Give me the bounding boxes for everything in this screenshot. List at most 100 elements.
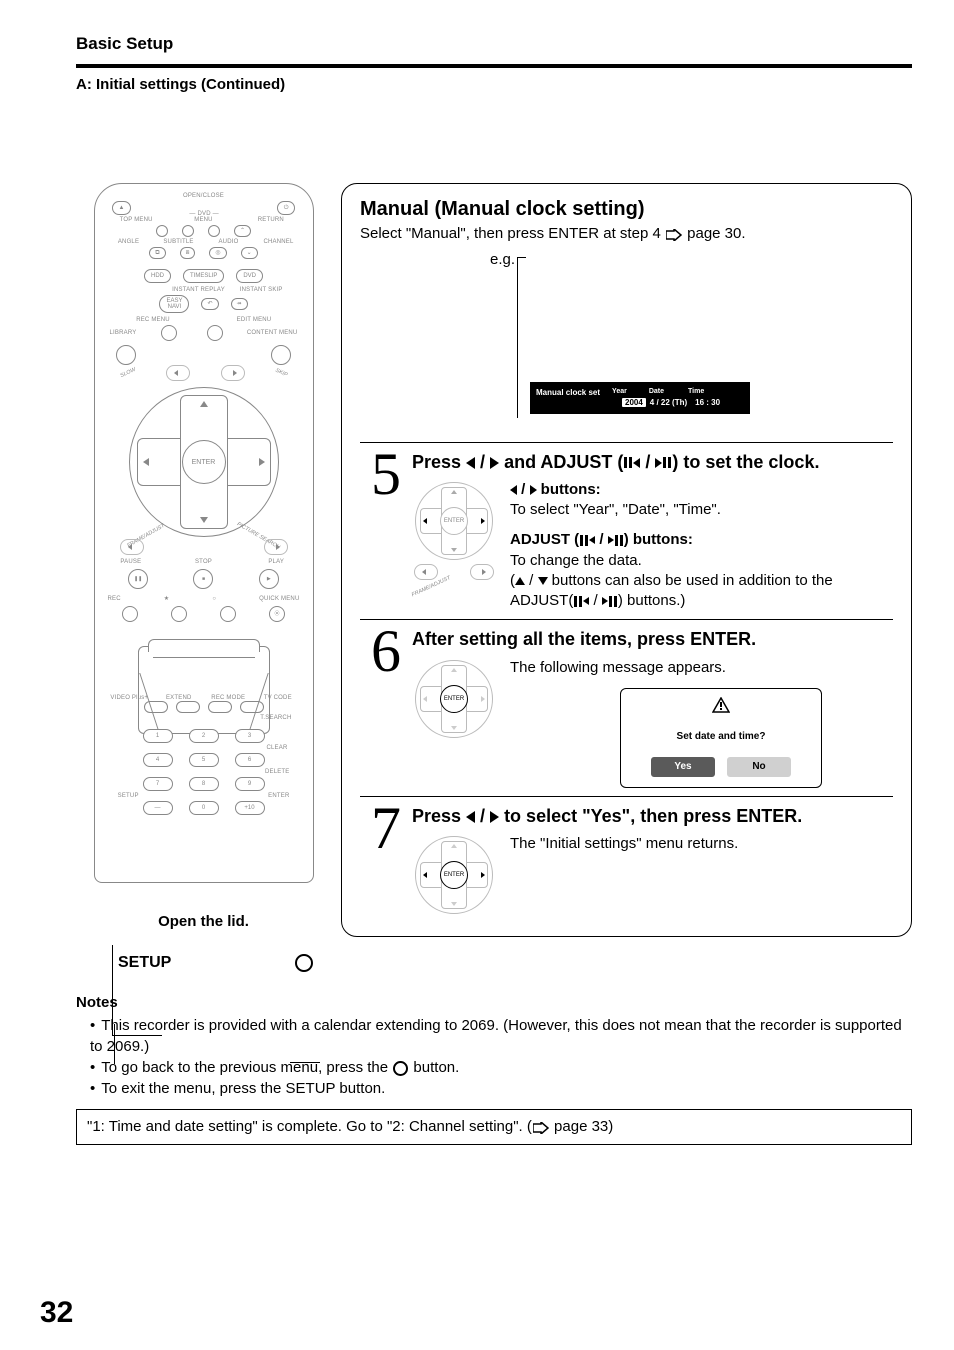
extend-button [176,701,200,713]
slow-back-button [166,365,190,381]
clock-screen: Manual clock set Year Date Time 2004 4 /… [530,382,750,414]
rec-mode-button [208,701,232,713]
label-library: LIBRARY [110,330,137,336]
label-skip: SKIP [274,368,288,379]
label-tv-code: TV CODE [254,695,302,701]
clock-h-time: Time [688,388,704,397]
num-4: 4 [143,753,173,767]
label-pause: PAUSE [106,559,157,565]
setup-label: SETUP [118,954,171,972]
enter-button: ENTER [182,440,226,484]
dpad: ENTER FRAME/ADJUST PICTURE SEARCH [129,387,279,537]
quick-menu-button: ⦿ [269,606,285,622]
remote-column: OPEN/CLOSE ▲ — DVD — ⏻ TOP MENU MENU RET… [76,183,331,972]
rec-menu-button [161,325,177,341]
clock-h-year: Year [612,388,627,397]
ch-up-button: ⌃ [234,225,251,237]
label-videoplus: VIDEO Plus+ [106,695,154,701]
clock-label: Manual clock set [536,388,600,397]
remote-diagram: OPEN/CLOSE ▲ — DVD — ⏻ TOP MENU MENU RET… [94,183,314,883]
step-7-title: Press / to select "Yes", then press ENTE… [412,805,893,828]
confirm-no: No [727,757,791,777]
confirm-dialog: Set date and time? Yes No [620,688,822,788]
clock-time: 16 : 30 [695,398,720,407]
label-slow: SLOW [119,367,136,379]
label-instant-skip: INSTANT SKIP [231,287,292,293]
label-return: RETURN [240,217,301,223]
play-button: ▶ [259,569,279,589]
open-lid-caption: Open the lid. [76,913,331,930]
dvd-button: DVD [236,269,263,283]
tv-code-button [240,701,264,713]
eg-label: e.g. [490,251,515,268]
note-1: This recorder is provided with a calenda… [90,1015,912,1057]
label-audio: AUDIO [206,239,252,245]
label-menu: MENU [173,217,234,223]
label-setup: SETUP [106,793,151,799]
num-0: 0 [189,801,219,815]
plus10-button: +10 [235,801,265,815]
arrow-right-icon [666,226,682,243]
label-t-search: T.SEARCH [106,715,302,721]
num-9: 9 [235,777,265,791]
num-6: 6 [235,753,265,767]
clock-h-date: Date [649,388,664,397]
subtitle-button: ⧈ [180,247,196,259]
label-rec: REC [108,596,121,602]
instant-replay-button: ↶ [201,298,218,310]
label-channel: CHANNEL [256,239,302,245]
label-content-menu: CONTENT MENU [247,330,298,336]
videoplus-button [144,701,168,713]
power-button: ⏻ [277,201,296,215]
page-number: 32 [40,1296,73,1330]
step-6-text: The following message appears. [510,658,893,678]
instant-skip-button: ↠ [231,298,248,310]
divider [76,64,912,68]
num-2: 2 [189,729,219,743]
notes-section: Notes This recorder is provided with a c… [76,992,912,1145]
label-enter: ENTER [256,793,301,799]
ch-down-button: ⌄ [241,247,258,259]
top-menu-button [156,225,168,237]
warning-icon [631,697,811,720]
step-5-number: 5 [360,447,412,501]
completion-box: "1: Time and date setting" is complete. … [76,1109,912,1145]
step-5-text: / buttons: To select "Year", "Date", "Ti… [510,480,893,612]
panel-title: Manual (Manual clock setting) [360,198,893,221]
leader-line [114,1024,115,1064]
setup-callout: SETUP [76,954,331,972]
confirm-yes: Yes [651,757,715,777]
label-rec-menu: REC MENU [106,317,201,323]
stop-button: ■ [193,569,213,589]
return-button [208,225,220,237]
o-button-icon [295,954,313,972]
label-top-menu: TOP MENU [106,217,167,223]
instruction-panel: Manual (Manual clock setting) Select "Ma… [341,183,912,937]
o-icon [393,1061,408,1076]
menu-button [182,225,194,237]
pause-button: ❚❚ [128,569,148,589]
edit-menu-button [207,325,223,341]
step-6-number: 6 [360,624,412,678]
num-1: 1 [143,729,173,743]
subsection-heading: A: Initial settings (Continued) [76,76,912,93]
step-7-number: 7 [360,801,412,855]
slow-fwd-button [221,365,245,381]
label-edit-menu: EDIT MENU [207,317,302,323]
label-stop: STOP [178,559,229,565]
confirm-message: Set date and time? [631,730,811,744]
num-5: 5 [189,753,219,767]
notes-heading: Notes [76,992,912,1013]
dpad-figure-step6: ENTER [412,660,496,738]
dpad-figure-step5: ENTER FRAME/ADJUST [412,482,496,580]
note-3: To exit the menu, press the SETUP button… [90,1078,912,1099]
num-8: 8 [189,777,219,791]
eject-button: ▲ [112,201,132,215]
eg-bracket [517,257,526,418]
label-subtitle: SUBTITLE [156,239,202,245]
note-2: To go back to the previous menu, press t… [90,1057,912,1078]
circle-button [220,606,236,622]
arrow-right-icon [533,1117,549,1138]
num-3: 3 [235,729,265,743]
angle-button: ⧉ [149,247,165,259]
